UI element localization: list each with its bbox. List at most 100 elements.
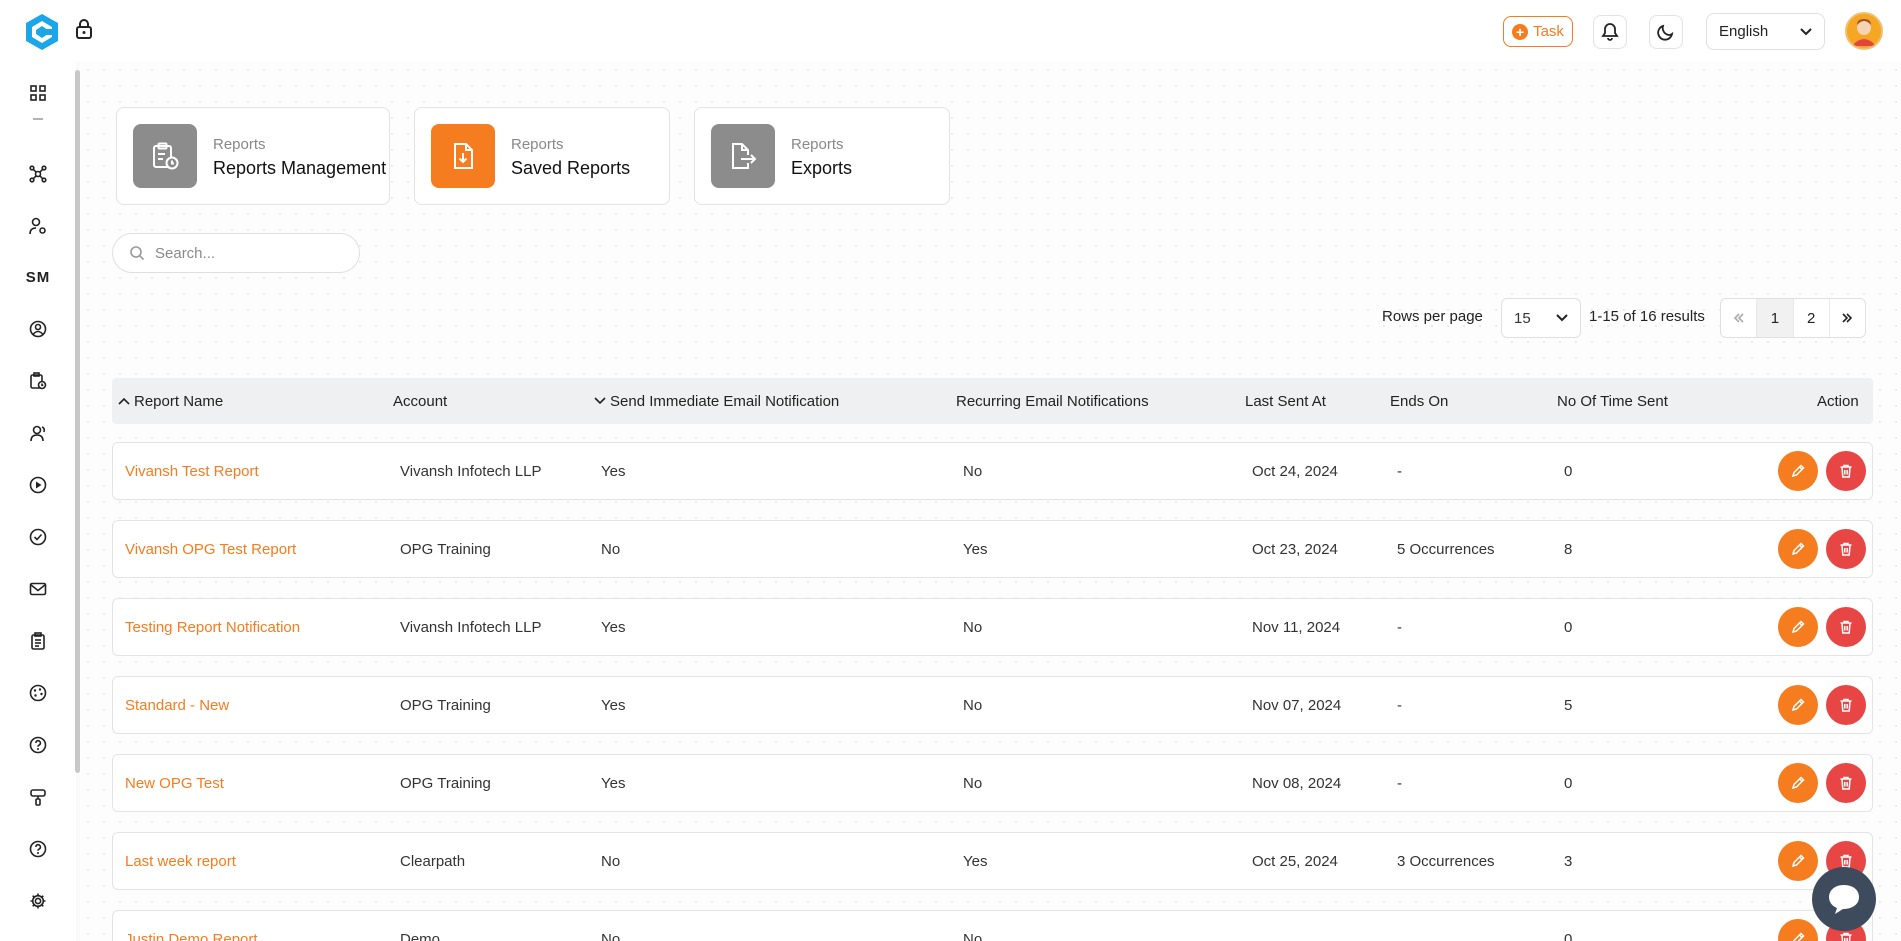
app-logo-icon[interactable] bbox=[22, 12, 62, 52]
sm-text-icon[interactable]: SM bbox=[23, 266, 53, 288]
rows-per-page-select[interactable]: 15 bbox=[1501, 298, 1581, 338]
play-circle-icon[interactable] bbox=[27, 474, 49, 496]
recurring-cell: No bbox=[963, 618, 983, 636]
card-subtitle: Reports bbox=[791, 136, 844, 153]
pencil-icon bbox=[1791, 542, 1805, 556]
delete-button[interactable] bbox=[1826, 685, 1866, 725]
report-name-link[interactable]: New OPG Test bbox=[125, 755, 224, 811]
trash-icon bbox=[1840, 932, 1852, 941]
recurring-cell: No bbox=[963, 930, 983, 941]
file-export-icon bbox=[711, 124, 775, 188]
table-row: Last week report Clearpath No Yes Oct 25, 20… bbox=[112, 832, 1873, 890]
grid-icon[interactable] bbox=[27, 82, 49, 104]
rows-per-page-label: Rows per page bbox=[1382, 308, 1483, 325]
user-circle-icon[interactable] bbox=[27, 318, 49, 340]
table-header: Report Name Account Send Immediate Email… bbox=[112, 378, 1873, 424]
search-input[interactable] bbox=[155, 244, 345, 262]
gear-icon[interactable] bbox=[27, 890, 49, 912]
language-value: English bbox=[1719, 23, 1769, 40]
edit-button[interactable] bbox=[1778, 763, 1818, 803]
account-cell: Vivansh Infotech LLP bbox=[400, 618, 542, 636]
report-name-link[interactable]: Vivansh OPG Test Report bbox=[125, 521, 296, 577]
card-title: Exports bbox=[791, 158, 853, 178]
delete-button[interactable] bbox=[1826, 451, 1866, 491]
check-circle-icon[interactable] bbox=[27, 526, 49, 548]
send-immediate-cell: Yes bbox=[601, 618, 626, 636]
page-2-button[interactable]: 2 bbox=[1794, 299, 1830, 337]
brush-icon[interactable] bbox=[27, 786, 49, 808]
last-page-button[interactable] bbox=[1830, 299, 1865, 337]
sort-desc-icon bbox=[594, 397, 606, 405]
delete-button[interactable] bbox=[1826, 763, 1866, 803]
table-row: Standard - New OPG Training Yes No Nov 07, 2… bbox=[112, 676, 1873, 734]
chevron-down-icon bbox=[1800, 27, 1812, 35]
user-settings-icon[interactable] bbox=[27, 215, 49, 237]
card-exports[interactable]: Reports Exports bbox=[694, 107, 950, 205]
table-row: New OPG Test OPG Training Yes No Nov 08, 202… bbox=[112, 754, 1873, 812]
last-sent-cell: Nov 07, 2024 bbox=[1252, 696, 1342, 714]
minus-icon[interactable] bbox=[27, 114, 49, 124]
report-name-link[interactable]: Justin Demo Report bbox=[125, 911, 258, 941]
card-subtitle: Reports bbox=[511, 136, 564, 153]
palette-icon[interactable] bbox=[27, 682, 49, 704]
times-sent-cell: 0 bbox=[1564, 462, 1573, 480]
report-name-link[interactable]: Standard - New bbox=[125, 677, 229, 733]
add-task-button[interactable]: + Task bbox=[1503, 16, 1573, 47]
delete-button[interactable] bbox=[1826, 529, 1866, 569]
card-saved-reports[interactable]: Reports Saved Reports bbox=[414, 107, 670, 205]
top-bar: + Task English bbox=[0, 0, 1901, 62]
edit-button[interactable] bbox=[1778, 607, 1818, 647]
account-cell: OPG Training bbox=[400, 774, 491, 792]
notifications-button[interactable] bbox=[1593, 15, 1627, 49]
card-subtitle: Reports bbox=[213, 136, 266, 153]
edit-button[interactable] bbox=[1778, 841, 1818, 881]
edit-button[interactable] bbox=[1778, 919, 1818, 941]
language-select[interactable]: English bbox=[1706, 13, 1825, 50]
clipboard-list-icon[interactable] bbox=[27, 630, 49, 652]
dark-mode-toggle[interactable] bbox=[1649, 15, 1683, 49]
edit-button[interactable] bbox=[1778, 685, 1818, 725]
last-sent-cell: Oct 23, 2024 bbox=[1252, 540, 1338, 558]
account-cell: Vivansh Infotech LLP bbox=[400, 462, 542, 480]
card-reports-management[interactable]: Reports Reports Management bbox=[116, 107, 390, 205]
chat-bubble-icon bbox=[1829, 885, 1859, 914]
edit-button[interactable] bbox=[1778, 529, 1818, 569]
account-cell: Demo bbox=[400, 930, 441, 941]
help-circle-icon[interactable] bbox=[27, 734, 49, 756]
search-box[interactable] bbox=[112, 233, 360, 273]
page-1-button[interactable]: 1 bbox=[1757, 299, 1794, 337]
lock-icon[interactable] bbox=[74, 18, 94, 40]
pencil-icon bbox=[1793, 932, 1805, 941]
chat-button[interactable] bbox=[1812, 867, 1876, 931]
user-avatar[interactable] bbox=[1845, 12, 1883, 50]
column-send-immediate[interactable]: Send Immediate Email Notification bbox=[594, 378, 839, 424]
mail-icon[interactable] bbox=[27, 578, 49, 600]
column-last-sent-at: Last Sent At bbox=[1245, 392, 1326, 410]
first-page-button[interactable] bbox=[1721, 299, 1758, 337]
pencil-icon bbox=[1791, 854, 1805, 868]
file-download-icon bbox=[431, 124, 495, 188]
network-icon[interactable] bbox=[27, 163, 49, 185]
account-cell: OPG Training bbox=[400, 540, 491, 558]
report-name-link[interactable]: Vivansh Test Report bbox=[125, 443, 259, 499]
column-report-name[interactable]: Report Name bbox=[118, 378, 223, 424]
users-icon[interactable] bbox=[27, 422, 49, 444]
send-immediate-cell: No bbox=[601, 852, 621, 870]
ends-on-cell: 3 Occurrences bbox=[1397, 852, 1495, 870]
report-name-link[interactable]: Testing Report Notification bbox=[125, 599, 300, 655]
send-immediate-cell: Yes bbox=[601, 774, 626, 792]
report-name-link[interactable]: Last week report bbox=[125, 833, 236, 889]
search-icon bbox=[130, 246, 145, 261]
send-immediate-cell: Yes bbox=[601, 462, 626, 480]
ends-on-cell: - bbox=[1397, 696, 1402, 714]
pencil-icon bbox=[1791, 620, 1805, 634]
column-ends-on: Ends On bbox=[1390, 392, 1449, 410]
clipboard-clock-icon[interactable] bbox=[27, 370, 49, 392]
times-sent-cell: 5 bbox=[1564, 696, 1573, 714]
last-sent-cell: Oct 24, 2024 bbox=[1252, 462, 1338, 480]
delete-button[interactable] bbox=[1826, 607, 1866, 647]
edit-button[interactable] bbox=[1778, 451, 1818, 491]
times-sent-cell: 3 bbox=[1564, 852, 1573, 870]
question-circle-icon[interactable] bbox=[27, 838, 49, 860]
last-sent-cell: Oct 25, 2024 bbox=[1252, 852, 1338, 870]
